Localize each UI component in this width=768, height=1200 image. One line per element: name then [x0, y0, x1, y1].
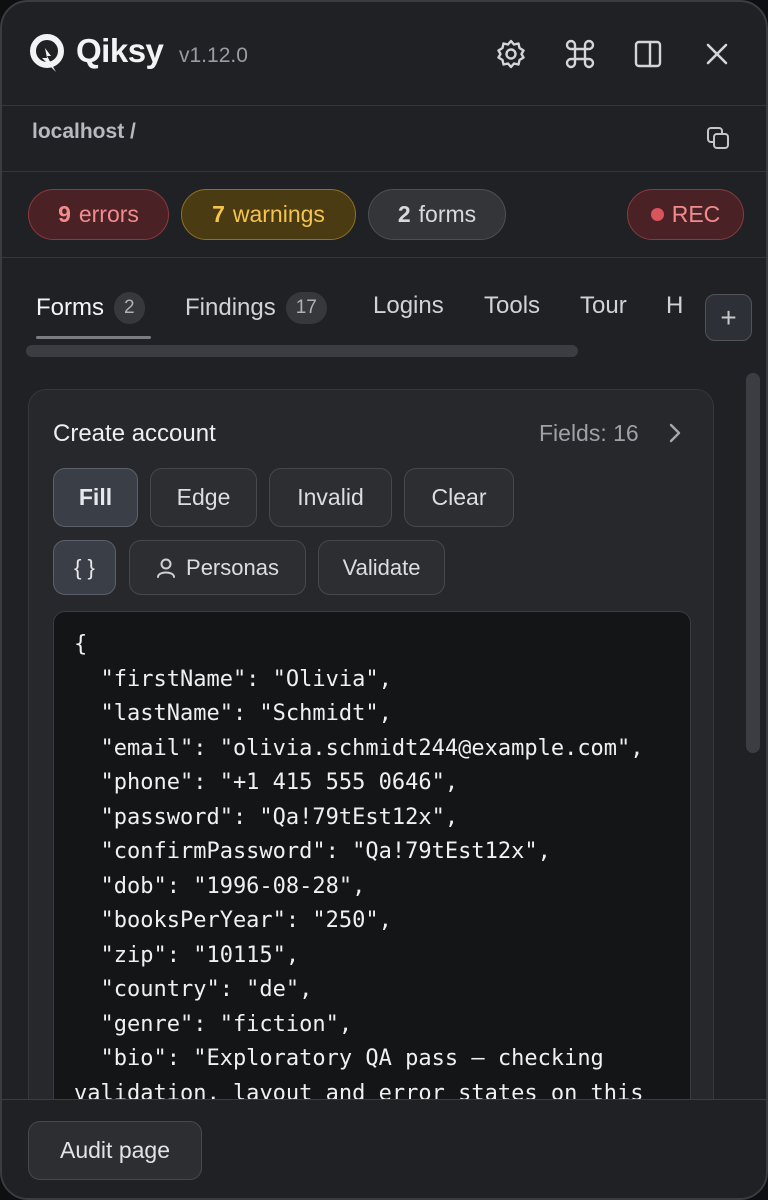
validate-button[interactable]: Validate	[318, 540, 445, 595]
horizontal-scrollbar[interactable]	[26, 345, 578, 357]
brand-name: Qiksy	[76, 32, 164, 69]
tab-label: H	[666, 292, 684, 319]
close-icon[interactable]	[701, 38, 733, 70]
forms-count: 2	[397, 201, 411, 227]
personas-button[interactable]: Personas	[129, 540, 306, 595]
json-preview[interactable]: { "firstName": "Olivia", "lastName": "Sc…	[53, 611, 691, 1148]
fill-button[interactable]: Fill	[53, 468, 138, 527]
sidebar-panel-icon[interactable]	[632, 38, 664, 70]
code-line: "phone": "+1 415 555 0646",	[74, 770, 459, 795]
version-label: v1.12.0	[179, 44, 248, 67]
tab-count: 2	[114, 292, 145, 324]
extension-panel: Qiksy v1.12.0 localhost / 9 errors 7 war…	[0, 0, 768, 1200]
gear-icon[interactable]	[495, 38, 527, 70]
clear-button[interactable]: Clear	[404, 468, 514, 527]
tab-label: Tools	[484, 292, 541, 319]
forms-label: forms	[418, 201, 477, 227]
code-line: "lastName": "Schmidt",	[74, 701, 392, 726]
tab-label: Findings	[185, 294, 276, 321]
tab-findings[interactable]: Findings 17	[185, 292, 327, 324]
tab-logins[interactable]: Logins	[373, 292, 444, 320]
code-line: "booksPerYear": "250",	[74, 908, 392, 933]
tab-tools[interactable]: Tools	[484, 292, 540, 320]
code-line: {	[74, 632, 88, 657]
person-icon	[157, 558, 176, 578]
code-line: "email": "olivia.schmidt244@example.com"…	[74, 736, 644, 761]
errors-badge[interactable]: 9 errors	[28, 189, 169, 240]
warnings-label: warnings	[232, 201, 325, 227]
record-button[interactable]: REC	[627, 189, 744, 240]
code-line: "zip": "10115",	[74, 943, 300, 968]
warnings-badge[interactable]: 7 warnings	[181, 189, 356, 240]
code-line: "firstName": "Olivia",	[74, 667, 392, 692]
code-line: "confirmPassword": "Qa!79tEst12x",	[74, 839, 551, 864]
edge-button[interactable]: Edge	[150, 468, 257, 527]
invalid-button[interactable]: Invalid	[269, 468, 392, 527]
record-label: REC	[671, 201, 721, 227]
active-tab-indicator	[36, 336, 151, 339]
code-line: "genre": "fiction",	[74, 1012, 353, 1037]
copy-icon[interactable]	[705, 125, 731, 151]
audit-page-button[interactable]: Audit page	[28, 1121, 202, 1180]
personas-label: Personas	[186, 554, 279, 580]
fields-count[interactable]: Fields: 16	[539, 420, 639, 447]
tab-forms[interactable]: Forms 2	[36, 292, 145, 324]
forms-badge[interactable]: 2 forms	[368, 189, 506, 240]
form-title: Create account	[53, 420, 216, 447]
record-dot-icon	[650, 208, 664, 221]
code-line: "country": "de",	[74, 977, 313, 1002]
tab-count: 17	[285, 292, 327, 324]
warnings-count: 7	[212, 201, 225, 227]
tab-tour[interactable]: Tour	[580, 292, 627, 320]
json-toggle-button[interactable]: { }	[53, 540, 116, 595]
tab-truncated[interactable]: H	[666, 292, 683, 320]
tab-label: Tour	[580, 292, 627, 319]
errors-label: errors	[78, 201, 139, 227]
logo-icon	[30, 34, 64, 72]
vertical-scrollbar[interactable]	[746, 373, 760, 753]
command-icon[interactable]	[564, 38, 596, 70]
chevron-right-icon[interactable]	[665, 422, 685, 444]
tab-strip: Forms 2 Findings 17 Logins Tools Tour H	[2, 282, 690, 332]
code-line: "password": "Qa!79tEst12x",	[74, 805, 459, 830]
code-line: "dob": "1996-08-28",	[74, 874, 366, 899]
code-line: "bio": "Exploratory QA pass — checking	[74, 1046, 604, 1071]
errors-count: 9	[58, 201, 71, 227]
tab-label: Forms	[36, 294, 104, 321]
add-tab-button[interactable]: +	[705, 294, 752, 341]
breadcrumb[interactable]: localhost /	[32, 120, 136, 144]
tab-label: Logins	[373, 292, 444, 319]
form-card: Create account Fields: 16 Fill Edge Inva…	[28, 389, 714, 1149]
